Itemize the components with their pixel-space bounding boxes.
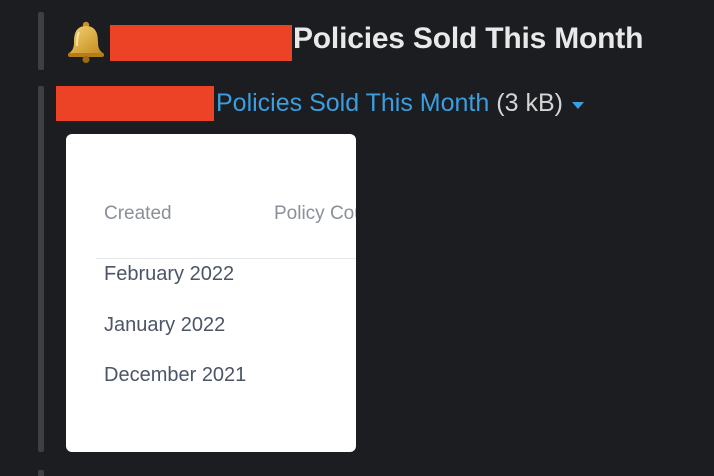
header-divider [96, 258, 356, 259]
message-title: Policies Sold This Month [293, 22, 644, 55]
column-header-created: Created [104, 203, 172, 224]
table-row: February 2022 [104, 263, 235, 285]
next-message-quote-bar [38, 470, 44, 476]
column-header-policy-count: Policy Count [274, 203, 356, 224]
redacted-name [110, 25, 292, 61]
attachment-header: Policies Sold This Month (3 kB) [216, 89, 584, 118]
bell-icon [68, 21, 104, 63]
table-row: December 2021 [104, 364, 247, 386]
attachment-file-size: (3 kB) [496, 89, 563, 117]
caret-down-icon[interactable] [571, 101, 584, 109]
message-quote-bar [38, 12, 44, 70]
attachment-preview[interactable]: Created Policy Count February 2022 Janua… [66, 134, 356, 452]
attachment-file-link[interactable]: Policies Sold This Month [216, 89, 489, 118]
attachment-quote-bar [38, 86, 44, 452]
chat-message-area: Policies Sold This Month Policies Sold T… [0, 0, 714, 476]
table-row: January 2022 [104, 314, 226, 336]
redacted-name [56, 86, 214, 121]
